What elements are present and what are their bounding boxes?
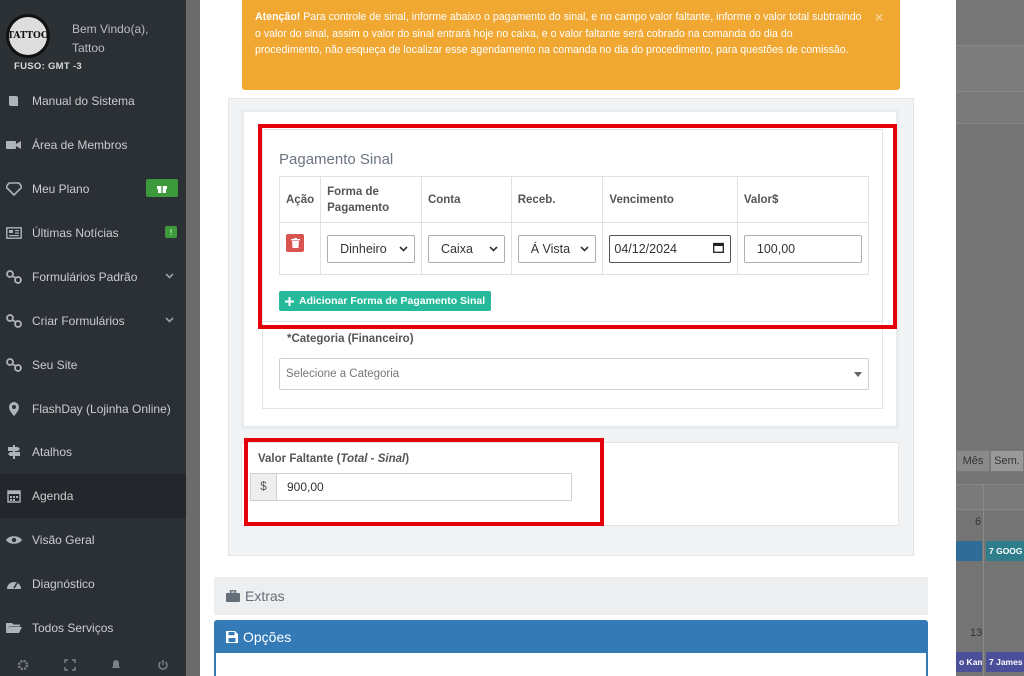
close-icon[interactable]: × <box>875 9 883 26</box>
extras-label: Extras <box>245 588 285 604</box>
briefcase-icon <box>226 590 240 602</box>
categoria-select[interactable]: Selecione a Categoria <box>279 358 869 390</box>
sidebar-item-diagnostico[interactable]: Diagnóstico <box>0 562 186 606</box>
link-icon <box>6 314 22 328</box>
opcoes-body <box>216 653 926 676</box>
bell-icon[interactable] <box>110 659 122 674</box>
warning-alert: Atenção! Para controle de sinal, informe… <box>242 0 900 90</box>
sidebar-item-meu-plano[interactable]: Meu Plano <box>0 167 186 211</box>
backdrop-strip <box>956 46 1024 92</box>
categoria-section: *Categoria (Financeiro) Selecione a Cate… <box>262 322 883 409</box>
sidebar-item-label: Área de Membros <box>32 138 128 152</box>
sidebar-item-membros[interactable]: Área de Membros <box>0 123 186 167</box>
sidebar-item-manual[interactable]: Manual do Sistema <box>0 79 186 123</box>
gift-icon <box>146 179 178 197</box>
backdrop-strip <box>956 92 1024 124</box>
calendar-event[interactable]: 7 James <box>986 652 1024 672</box>
alert-text: Para controle de sinal, informe abaixo o… <box>255 11 862 57</box>
sidebar-item-label: Criar Formulários <box>32 314 125 328</box>
diamond-icon <box>6 182 22 196</box>
signpost-icon <box>6 445 22 459</box>
tab-month[interactable]: Mês <box>956 450 990 472</box>
map-marker-icon <box>6 402 22 416</box>
calendar-divider <box>983 484 984 676</box>
tab-week[interactable]: Sem. <box>990 450 1024 472</box>
settings-icon[interactable] <box>17 659 29 674</box>
save-icon <box>226 631 238 643</box>
opcoes-section-header[interactable]: Opções <box>226 629 291 645</box>
sidebar-item-criar-formularios[interactable]: Criar Formulários <box>0 299 186 343</box>
sidebar-item-label: Formulários Padrão <box>32 270 138 284</box>
link-icon <box>6 358 22 372</box>
sidebar-item-label: Seu Site <box>32 358 78 372</box>
sidebar-item-visao-geral[interactable]: Visão Geral <box>0 518 186 562</box>
sidebar-item-label: Diagnóstico <box>32 577 95 591</box>
sidebar-item-label: Agenda <box>32 489 74 503</box>
sidebar-item-label: Visão Geral <box>32 533 95 547</box>
sidebar-footer <box>0 656 186 676</box>
calendar-event[interactable] <box>956 541 982 561</box>
chevron-down-icon <box>165 271 174 281</box>
backdrop-strip <box>956 484 1024 510</box>
book-icon <box>6 94 22 108</box>
welcome-text: Bem Vindo(a), Tattoo <box>72 20 148 58</box>
chevron-down-icon <box>165 315 174 325</box>
categoria-label: *Categoria (Financeiro) <box>287 333 414 345</box>
calendar-backdrop: Mês Sem. 6 7 GOOG 13 o Kam 7 James <box>956 0 1024 676</box>
calendar-icon <box>6 489 22 503</box>
timezone-label: FUSO: GMT -3 <box>14 61 82 72</box>
sidebar-item-label: Manual do Sistema <box>32 94 135 108</box>
backdrop-strip <box>956 0 1024 46</box>
calendar-view-tabs: Mês Sem. <box>956 450 1024 472</box>
calendar-event[interactable]: 7 GOOG <box>986 541 1024 561</box>
extras-section-header[interactable]: Extras <box>214 577 928 615</box>
opcoes-section: Opções <box>214 620 928 676</box>
highlight-box <box>244 438 604 526</box>
fullscreen-icon[interactable] <box>64 658 76 674</box>
eye-icon <box>6 533 22 547</box>
welcome-line: Bem Vindo(a), <box>72 22 149 36</box>
calendar-event[interactable]: o Kam <box>956 652 982 672</box>
sidebar-item-formularios-padrao[interactable]: Formulários Padrão <box>0 255 186 299</box>
brand-logo[interactable]: TATTOO <box>6 14 50 58</box>
sidebar-item-label: Meu Plano <box>32 182 90 196</box>
sidebar-item-label: Últimas Notícias <box>32 226 119 240</box>
sidebar-item-todos-servicos[interactable]: Todos Serviços <box>0 606 186 650</box>
calendar-day-number: 6 <box>975 516 982 528</box>
news-badge: ! <box>165 226 177 238</box>
sidebar-item-label: Atalhos <box>32 445 73 459</box>
alert-strong: Atenção! <box>255 11 301 23</box>
sidebar-brand: TATTOO Bem Vindo(a), Tattoo FUSO: GMT -3 <box>0 0 186 80</box>
power-icon[interactable] <box>157 659 169 674</box>
folder-open-icon <box>6 621 22 635</box>
sidebar-item-flashday[interactable]: FlashDay (Lojinha Online) <box>0 387 186 431</box>
newspaper-icon <box>6 226 22 240</box>
opcoes-label: Opções <box>243 629 292 645</box>
video-camera-icon <box>6 138 22 152</box>
sidebar-item-atalhos[interactable]: Atalhos <box>0 430 186 474</box>
calendar-day-number: 13 <box>970 627 983 639</box>
categoria-placeholder: Selecione a Categoria <box>286 368 400 380</box>
sidebar-item-seu-site[interactable]: Seu Site <box>0 343 186 387</box>
agendamento-modal: Atenção! Para controle de sinal, informe… <box>200 0 956 676</box>
sidebar-item-label: Todos Serviços <box>32 621 114 635</box>
caret-down-icon <box>854 368 862 380</box>
sidebar-item-label: FlashDay (Lojinha Online) <box>32 402 171 416</box>
highlight-box <box>258 124 897 329</box>
sidebar-item-noticias[interactable]: Últimas Notícias ! <box>0 211 186 255</box>
user-name: Tattoo <box>72 41 105 55</box>
link-icon <box>6 270 22 284</box>
sidebar: TATTOO Bem Vindo(a), Tattoo FUSO: GMT -3… <box>0 0 186 676</box>
sidebar-item-agenda[interactable]: Agenda <box>0 474 186 518</box>
logo-text: TATTOO <box>7 31 49 41</box>
dashboard-icon <box>6 577 22 591</box>
